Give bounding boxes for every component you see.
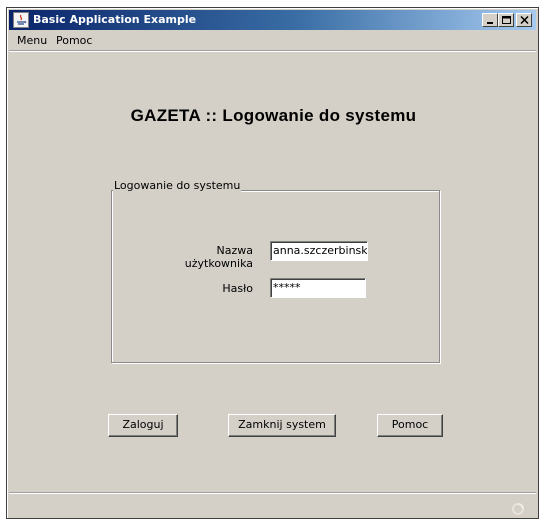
maximize-button[interactable] xyxy=(498,13,514,27)
page-title: GAZETA :: Logowanie do systemu xyxy=(130,106,417,125)
window-title: Basic Application Example xyxy=(33,13,197,26)
menu-item-pomoc[interactable]: Pomoc xyxy=(56,34,92,47)
close-icon xyxy=(520,16,529,24)
close-button[interactable] xyxy=(516,13,532,27)
title-bar[interactable]: Basic Application Example xyxy=(9,10,536,30)
menu-item-menu[interactable]: Menu xyxy=(17,34,47,47)
login-panel xyxy=(111,190,440,363)
login-button[interactable]: Zaloguj xyxy=(108,414,178,437)
java-app-icon[interactable] xyxy=(13,12,29,28)
minimize-icon xyxy=(487,22,493,24)
menu-bar: Menu Pomoc xyxy=(9,32,536,51)
status-bar-divider xyxy=(9,492,536,493)
busy-indicator-icon xyxy=(512,503,524,515)
username-label: Nazwa użytkownika xyxy=(184,244,253,270)
minimize-button[interactable] xyxy=(482,13,498,27)
shutdown-button[interactable]: Zamknij system xyxy=(228,414,336,437)
login-panel-legend: Logowanie do systemu xyxy=(113,179,242,192)
help-button[interactable]: Pomoc xyxy=(377,414,443,437)
username-field[interactable]: anna.szczerbinska xyxy=(270,241,368,261)
app-window: Basic Application Example Menu Pomoc GAZ… xyxy=(6,7,539,519)
password-field[interactable]: ***** xyxy=(270,278,366,298)
maximize-icon xyxy=(502,16,511,24)
password-label: Hasło xyxy=(222,282,253,295)
